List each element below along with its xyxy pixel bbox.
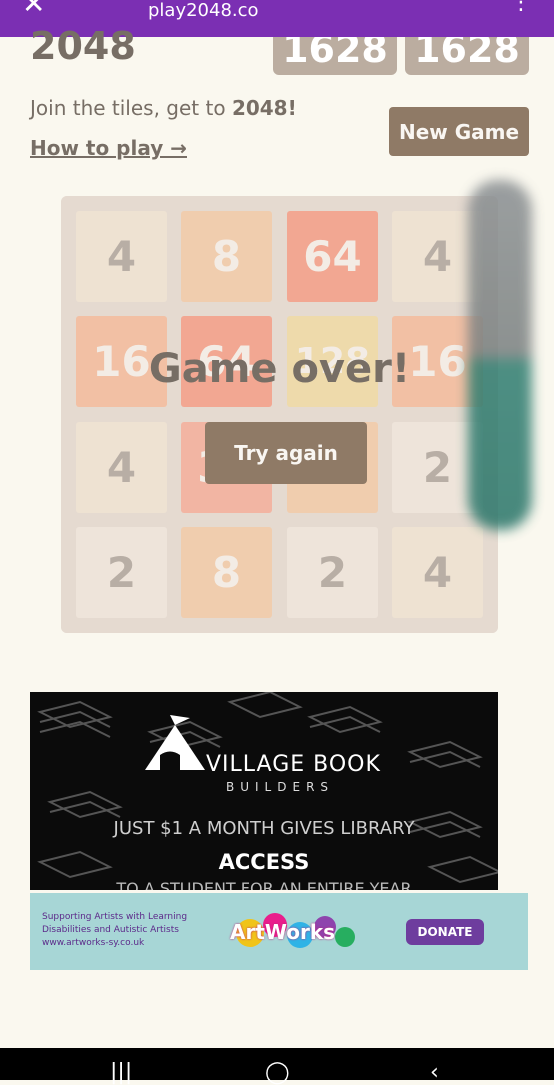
ad-line3: TO A STUDENT FOR AN ENTIRE YEAR xyxy=(116,879,412,890)
ad-brand: VILLAGE BOOK xyxy=(206,752,381,777)
artworks-description: Supporting Artists with Learning Disabil… xyxy=(42,911,187,950)
donate-button[interactable]: DONATE xyxy=(406,919,484,945)
village-book-builders-ad[interactable]: VILLAGE BOOK BUILDERS JUST $1 A MONTH GI… xyxy=(30,692,498,890)
back-icon[interactable]: ‹ xyxy=(430,1062,439,1084)
artworks-line2: Disabilities and Autistic Artists xyxy=(42,925,179,935)
game-over-overlay: Game over! Try again xyxy=(61,196,498,633)
game-over-message: Game over! xyxy=(148,346,411,392)
game-board[interactable]: 48644166412816432822824 Game over! Try a… xyxy=(61,196,498,633)
ad-sub: BUILDERS xyxy=(226,780,335,794)
how-to-play-link[interactable]: How to play → xyxy=(30,136,187,160)
artworks-name: ArtWorks xyxy=(230,920,336,944)
artworks-ad[interactable]: Supporting Artists with Learning Disabil… xyxy=(30,893,528,970)
best-score-value: 1628 xyxy=(414,37,520,71)
ad-line2: ACCESS xyxy=(218,850,310,874)
url-text[interactable]: play2048.co xyxy=(148,0,259,22)
game-title: 2048 xyxy=(30,24,136,68)
intro-goal: 2048! xyxy=(231,96,297,120)
score-box: 1628 xyxy=(273,37,397,75)
best-score-box: 1628 xyxy=(405,37,529,75)
home-icon[interactable]: ◯ xyxy=(265,1062,290,1084)
village-book-logo xyxy=(145,715,205,770)
intro-text: Join the tiles, get to 2048! xyxy=(30,96,297,120)
android-nav-bar: ||| ◯ ‹ xyxy=(0,1048,554,1084)
try-again-button[interactable]: Try again xyxy=(205,422,367,484)
artworks-line3: www.artworks-sy.co.uk xyxy=(42,938,145,948)
floating-scroll-handle[interactable] xyxy=(468,180,532,530)
score-value: 1628 xyxy=(282,37,388,71)
intro-prefix: Join the tiles, get to xyxy=(30,96,232,120)
close-icon[interactable]: ✕ xyxy=(22,0,45,18)
ad-line1: JUST $1 A MONTH GIVES LIBRARY xyxy=(113,818,415,839)
new-game-button[interactable]: New Game xyxy=(389,107,529,156)
menu-dots-icon[interactable]: ⋮ xyxy=(510,0,532,14)
artworks-line1: Supporting Artists with Learning xyxy=(42,912,188,922)
recent-apps-icon[interactable]: ||| xyxy=(110,1062,132,1084)
